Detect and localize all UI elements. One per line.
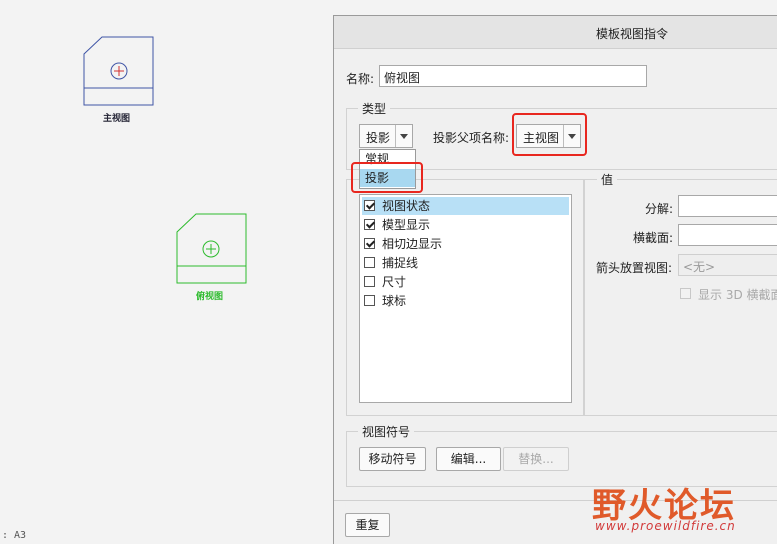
- sheet-size-status: : A3: [2, 530, 27, 541]
- reset-button[interactable]: 重复: [345, 513, 390, 537]
- checkbox[interactable]: [364, 276, 375, 287]
- move-symbol-button[interactable]: 移动符号: [359, 447, 426, 471]
- show-3d-checkbox[interactable]: [680, 288, 691, 299]
- name-input[interactable]: 俯视图: [379, 65, 647, 87]
- checkbox[interactable]: [364, 257, 375, 268]
- values-group-title: 值: [597, 171, 618, 188]
- top-view-shape[interactable]: [176, 213, 247, 284]
- list-item[interactable]: 相切边显示: [362, 235, 569, 253]
- edit-button[interactable]: 编辑...: [436, 447, 501, 471]
- section-input[interactable]: [678, 224, 777, 246]
- list-item[interactable]: 视图状态: [362, 197, 569, 215]
- dialog-titlebar[interactable]: 模板视图指令: [334, 16, 777, 49]
- list-item[interactable]: 捕捉线: [362, 254, 569, 272]
- main-view-label: 主视图: [103, 114, 131, 124]
- type-combo[interactable]: 投影: [359, 124, 413, 148]
- arrow-view-label: 箭头放置视图:: [596, 261, 673, 275]
- top-view-label: 俯视图: [196, 292, 224, 302]
- template-view-dialog: 模板视图指令 名称: 俯视图 类型 投影 投影父项名称: 主视图 值 视图状态 …: [333, 15, 777, 544]
- arrow-view-input[interactable]: <无>: [678, 254, 777, 276]
- checkbox[interactable]: [364, 219, 375, 230]
- name-label: 名称:: [346, 72, 375, 86]
- items-listbox[interactable]: 视图状态 模型显示 相切边显示 捕捉线 尺寸 球标: [359, 194, 572, 403]
- list-item[interactable]: 模型显示: [362, 216, 569, 234]
- parent-highlight-box: [512, 113, 587, 156]
- type-group-title: 类型: [358, 100, 391, 117]
- chevron-down-icon[interactable]: [395, 125, 412, 147]
- parent-name-label: 投影父项名称:: [433, 131, 510, 145]
- explode-input[interactable]: [678, 195, 777, 217]
- dialog-title: 模板视图指令: [596, 27, 669, 41]
- list-item[interactable]: 球标: [362, 292, 569, 310]
- drawing-svg: [83, 36, 247, 284]
- projection-highlight-box: [351, 162, 423, 193]
- checkbox[interactable]: [364, 238, 375, 249]
- type-combo-value: 投影: [366, 131, 391, 145]
- list-item[interactable]: 尺寸: [362, 273, 569, 291]
- drawing-canvas[interactable]: 主视图 俯视图 : A3: [0, 0, 333, 543]
- checkbox[interactable]: [364, 295, 375, 306]
- show-3d-label: 显示 3D 横截面: [698, 288, 777, 302]
- section-label: 横截面:: [633, 231, 674, 245]
- replace-button[interactable]: 替换...: [503, 447, 569, 471]
- checkbox[interactable]: [364, 200, 375, 211]
- main-view-shape[interactable]: [83, 36, 154, 106]
- watermark-url: www.proewildfire.cn: [595, 519, 736, 533]
- explode-label: 分解:: [645, 202, 674, 216]
- symbol-group-title: 视图符号: [358, 423, 415, 440]
